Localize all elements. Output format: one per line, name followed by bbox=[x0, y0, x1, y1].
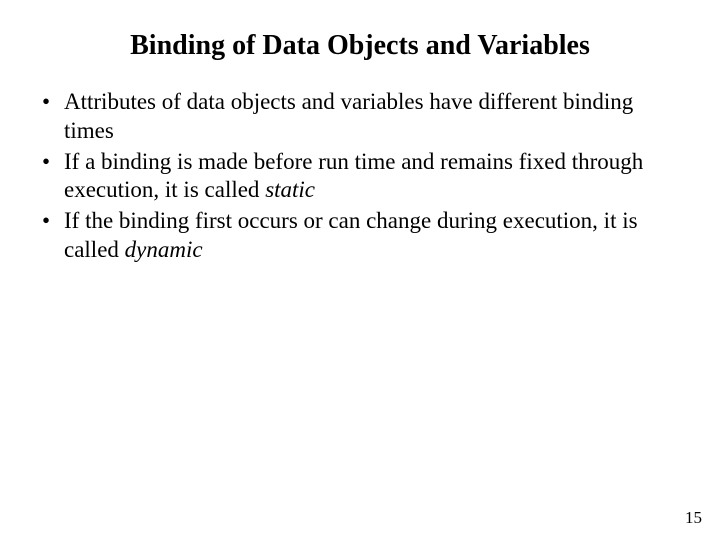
bullet-text: Attributes of data objects and variables… bbox=[64, 89, 633, 143]
page-number: 15 bbox=[685, 508, 702, 528]
list-item: Attributes of data objects and variables… bbox=[36, 88, 684, 146]
list-item: If the binding first occurs or can chang… bbox=[36, 207, 684, 265]
bullet-emphasis: dynamic bbox=[125, 237, 203, 262]
bullet-list: Attributes of data objects and variables… bbox=[36, 88, 684, 265]
bullet-emphasis: static bbox=[265, 177, 315, 202]
bullet-text: If a binding is made before run time and… bbox=[64, 149, 643, 203]
slide-title: Binding of Data Objects and Variables bbox=[36, 30, 684, 62]
slide: Binding of Data Objects and Variables At… bbox=[0, 0, 720, 540]
list-item: If a binding is made before run time and… bbox=[36, 148, 684, 206]
